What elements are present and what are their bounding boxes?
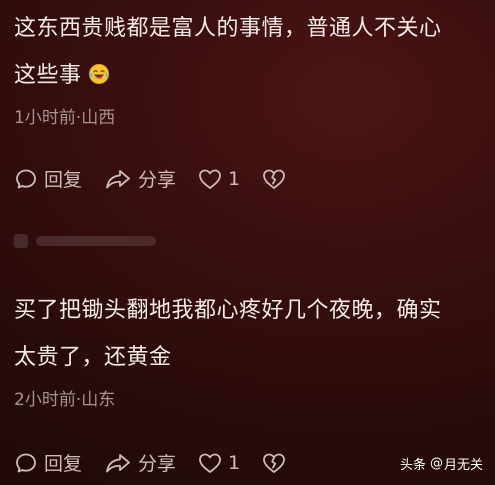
like-button[interactable]: 1	[198, 168, 240, 190]
watermark-author: 月无关	[443, 458, 483, 473]
share-label: 分享	[138, 453, 177, 475]
like-count: 1	[228, 167, 241, 190]
like-count: 1	[228, 451, 241, 474]
comment-meta: 1小时前·山西	[14, 108, 116, 128]
dislike-button[interactable]	[262, 452, 286, 474]
share-label: 分享	[138, 169, 177, 191]
share-arrow-icon	[106, 453, 130, 472]
heart-icon	[199, 453, 221, 473]
broken-heart-icon	[263, 169, 286, 189]
comment-text-line-2: 这些事	[14, 61, 485, 91]
watermark-at: @	[429, 456, 443, 471]
chat-bubble-icon	[16, 169, 36, 188]
comment-1: 这东西贵贱都是富人的事情，普通人不关心 这些事 1小时前·山西	[14, 14, 485, 129]
heart-icon	[199, 169, 221, 189]
like-button[interactable]: 1	[198, 452, 240, 474]
reply-button[interactable]: 回复	[14, 449, 82, 476]
laughing-crying-emoji-icon	[88, 63, 109, 85]
dislike-button[interactable]	[262, 168, 286, 190]
comment-text-line-1: 买了把锄头翻地我都心疼好几个夜晚，确实	[14, 298, 442, 323]
comment-text-line-1: 这东西贵贱都是富人的事情，普通人不关心	[14, 16, 442, 41]
comment-1-actions: 回复 分享 1	[14, 165, 308, 192]
broken-heart-icon	[263, 453, 286, 473]
reply-label: 回复	[44, 453, 83, 475]
share-arrow-icon	[106, 169, 130, 188]
reply-label: 回复	[44, 169, 83, 191]
comment-text: 这些事	[14, 63, 82, 88]
watermark-brand: 头条	[399, 458, 426, 473]
share-button[interactable]: 分享	[104, 449, 176, 476]
chat-bubble-icon	[16, 453, 36, 472]
collapsed-placeholder	[14, 234, 156, 248]
share-button[interactable]: 分享	[104, 165, 176, 192]
comment-meta: 2小时前·山东	[14, 390, 116, 410]
comment-text-line-2: 太贵了，还黄金	[14, 345, 172, 370]
comment-2: 买了把锄头翻地我都心疼好几个夜晚，确实 太贵了，还黄金 2小时前·山东	[14, 296, 485, 411]
comment-2-actions: 回复 分享 1	[14, 449, 308, 476]
reply-button[interactable]: 回复	[14, 165, 82, 192]
watermark: 头条 @ 月无关	[400, 454, 483, 473]
